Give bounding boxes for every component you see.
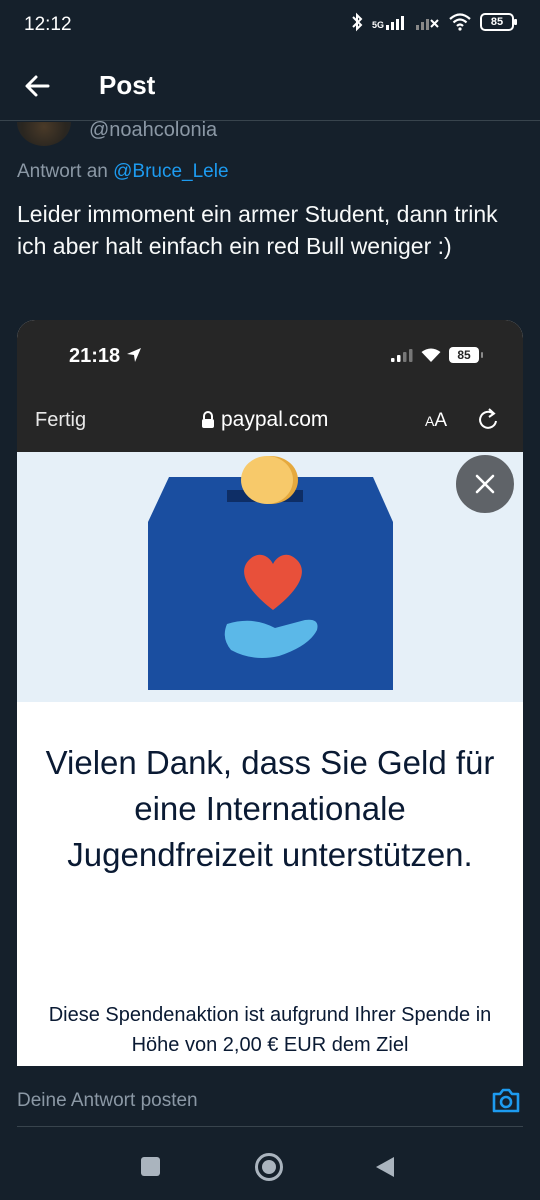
bluetooth-icon (352, 12, 363, 32)
status-bar: 12:12 5G 85 (0, 0, 540, 50)
ios-browser-chrome: 21:18 85 Fertig paypal.com AA (17, 320, 523, 452)
close-button (454, 453, 516, 515)
location-arrow-icon (126, 348, 141, 362)
camera-button[interactable] (491, 1086, 523, 1116)
ios-status-icons: 85 (391, 347, 483, 363)
reply-input[interactable]: Deine Antwort posten (17, 1090, 198, 1112)
wifi-icon (421, 348, 441, 362)
signal-no-service-icon (416, 19, 439, 30)
reply-divider (17, 1126, 523, 1127)
page-title: Post (99, 70, 156, 100)
recents-button[interactable] (141, 1157, 160, 1176)
done-button: Fertig (35, 409, 87, 431)
mobile-signal-icon: 5G (372, 14, 408, 30)
url-bar: paypal.com (201, 408, 328, 432)
lock-icon (202, 411, 214, 428)
text-size-button: AA (425, 410, 448, 431)
thanks-heading: Vielen Dank, dass Sie Geld für eine Inte… (45, 744, 495, 873)
system-back-button[interactable] (374, 1155, 396, 1179)
reply-context: Antwort an @Bruce_Lele (17, 161, 229, 183)
donation-box-illustration (17, 452, 523, 702)
post-media-image[interactable]: 21:18 85 Fertig paypal.com AA Vielen Dan… (17, 320, 523, 1080)
status-time: 12:12 (24, 14, 72, 35)
close-icon (475, 474, 495, 494)
home-button[interactable] (255, 1153, 283, 1181)
author-handle[interactable]: @noahcolonia (89, 119, 217, 142)
reply-mention-link[interactable]: @Bruce_Lele (113, 161, 228, 182)
wifi-icon (449, 13, 471, 31)
reply-composer: Deine Antwort posten (0, 1066, 540, 1128)
cellular-signal-icon (391, 349, 413, 362)
back-button[interactable] (20, 68, 60, 104)
system-nav-bar (0, 1130, 540, 1200)
camera-icon (492, 1088, 520, 1113)
donation-description: Diese Spendenaktion ist aufgrund Ihrer S… (48, 1004, 492, 1056)
reload-icon (479, 408, 497, 429)
battery-icon: 85 (480, 13, 517, 31)
header-divider (0, 120, 540, 121)
ios-status-time: 21:18 (69, 345, 142, 368)
post-text: Leider immoment ein armer Student, dann … (17, 201, 498, 259)
arrow-left-icon (25, 75, 50, 97)
top-app-bar: Post (0, 56, 540, 118)
ios-battery-icon: 85 (449, 347, 483, 363)
reply-prefix: Antwort an (17, 161, 108, 182)
status-icons: 5G 85 (350, 12, 517, 32)
donation-box-graphic (148, 456, 393, 690)
